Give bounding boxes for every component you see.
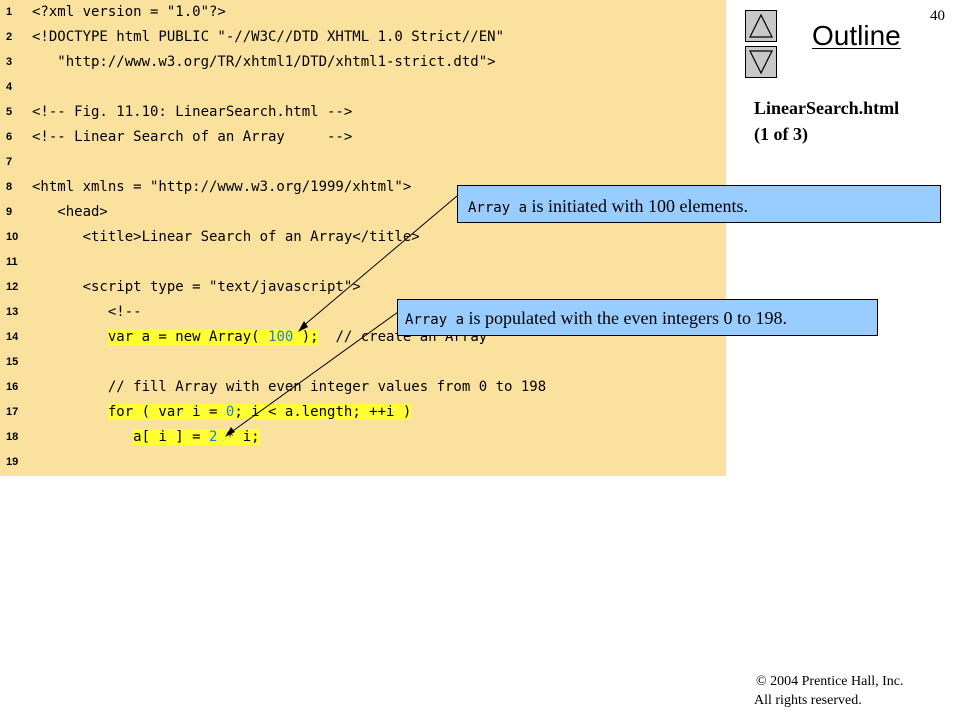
callout-arrow <box>229 311 399 434</box>
callout-code: Array a <box>468 200 528 216</box>
callout-text: is populated with the even integers 0 to… <box>464 308 787 328</box>
callout-text: is initiated with 100 elements. <box>527 196 748 216</box>
copyright: © 2004 Prentice Hall, Inc. <box>756 674 904 689</box>
callout-arrows <box>225 195 458 437</box>
rights-notice: All rights reserved. <box>754 693 862 708</box>
arrowhead <box>225 427 235 437</box>
callout-array-populated: Array a is populated with the even integ… <box>397 299 878 336</box>
callout-code: Array a <box>405 312 465 328</box>
callout-array-initialized: Array a is initiated with 100 elements. <box>457 185 941 223</box>
